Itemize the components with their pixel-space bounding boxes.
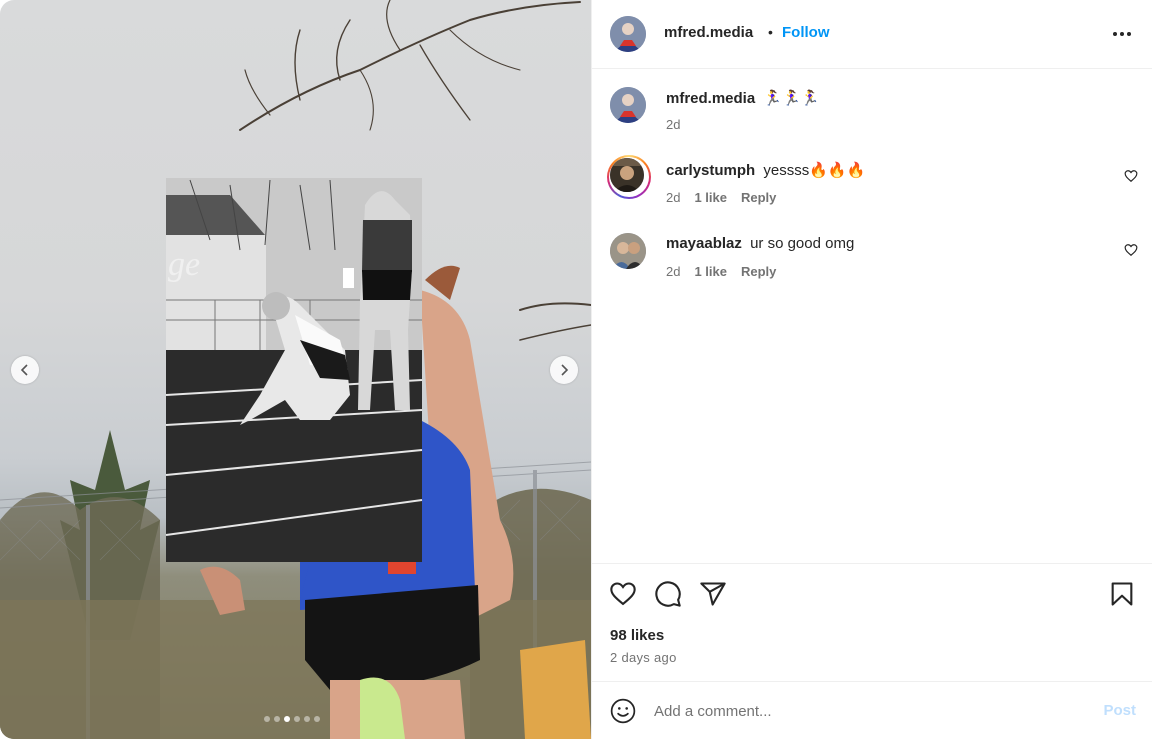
comment-like-count[interactable]: 1 like	[694, 190, 727, 205]
commenter-avatar[interactable]	[610, 158, 644, 192]
story-ring[interactable]	[607, 155, 651, 199]
caption-body: 🏃‍♀️🏃‍♀️🏃‍♀️	[763, 90, 820, 107]
carousel-dot-active	[284, 716, 290, 722]
chevron-right-icon	[561, 364, 569, 376]
svg-text:ge: ge	[168, 246, 200, 283]
caption-time[interactable]: 2d	[666, 117, 680, 132]
carousel-indicator	[264, 716, 320, 722]
heart-icon[interactable]	[609, 580, 637, 608]
follow-button[interactable]: Follow	[782, 24, 830, 41]
comment-username[interactable]: mayaablaz	[666, 235, 742, 252]
carousel-dot	[304, 716, 310, 722]
comment-username[interactable]: carlystumph	[666, 162, 755, 179]
post-details-panel: mfred.media • Follow mfred.media 🏃‍♀️🏃‍♀…	[591, 0, 1152, 739]
post-date[interactable]: 2 days ago	[610, 650, 677, 665]
share-icon[interactable]	[699, 580, 727, 608]
post-actions: 98 likes 2 days ago	[592, 563, 1152, 681]
post-media: ge	[0, 0, 591, 739]
likes-count[interactable]: 98 likes	[610, 627, 664, 644]
author-username[interactable]: mfred.media	[664, 24, 753, 41]
more-options-icon[interactable]	[1110, 22, 1134, 46]
next-slide-button[interactable]	[550, 356, 578, 384]
caption-username[interactable]: mfred.media	[666, 90, 755, 107]
carousel-dot	[314, 716, 320, 722]
post-header: mfred.media • Follow	[592, 0, 1152, 69]
comment-like-count[interactable]: 1 like	[694, 264, 727, 279]
like-comment-heart-icon[interactable]	[1124, 243, 1138, 257]
comment-body: ur so good omg	[750, 235, 855, 252]
comment-meta: 2d 1 like Reply	[666, 264, 776, 279]
chevron-left-icon	[20, 364, 28, 376]
author-avatar[interactable]	[610, 16, 646, 52]
comment-time[interactable]: 2d	[666, 190, 680, 205]
post-photo: ge	[0, 0, 591, 739]
comment-icon[interactable]	[654, 580, 682, 608]
caption-avatar[interactable]	[610, 87, 646, 123]
add-comment-bar: Post	[592, 681, 1152, 739]
caption-text: mfred.media 🏃‍♀️🏃‍♀️🏃‍♀️	[666, 89, 819, 107]
separator-dot: •	[768, 24, 773, 40]
previous-slide-button[interactable]	[11, 356, 39, 384]
comment-time[interactable]: 2d	[666, 264, 680, 279]
emoji-icon[interactable]	[610, 698, 636, 724]
comment-text: carlystumph yessss🔥🔥🔥	[666, 161, 865, 179]
carousel-dot	[294, 716, 300, 722]
commenter-avatar[interactable]	[610, 233, 646, 269]
caption-meta: 2d	[666, 117, 680, 132]
post-modal: ge mfred.media • Follow	[0, 0, 1152, 739]
comment-body: yessss🔥🔥🔥	[763, 162, 866, 179]
carousel-dot	[264, 716, 270, 722]
comment-meta: 2d 1 like Reply	[666, 190, 776, 205]
reply-button[interactable]: Reply	[741, 264, 776, 279]
reply-button[interactable]: Reply	[741, 190, 776, 205]
carousel-dot	[274, 716, 280, 722]
like-comment-heart-icon[interactable]	[1124, 169, 1138, 183]
comment-input[interactable]	[654, 699, 1074, 723]
comment-text: mayaablaz ur so good omg	[666, 235, 854, 252]
post-comment-button[interactable]: Post	[1103, 702, 1136, 719]
bookmark-icon[interactable]	[1108, 580, 1136, 608]
